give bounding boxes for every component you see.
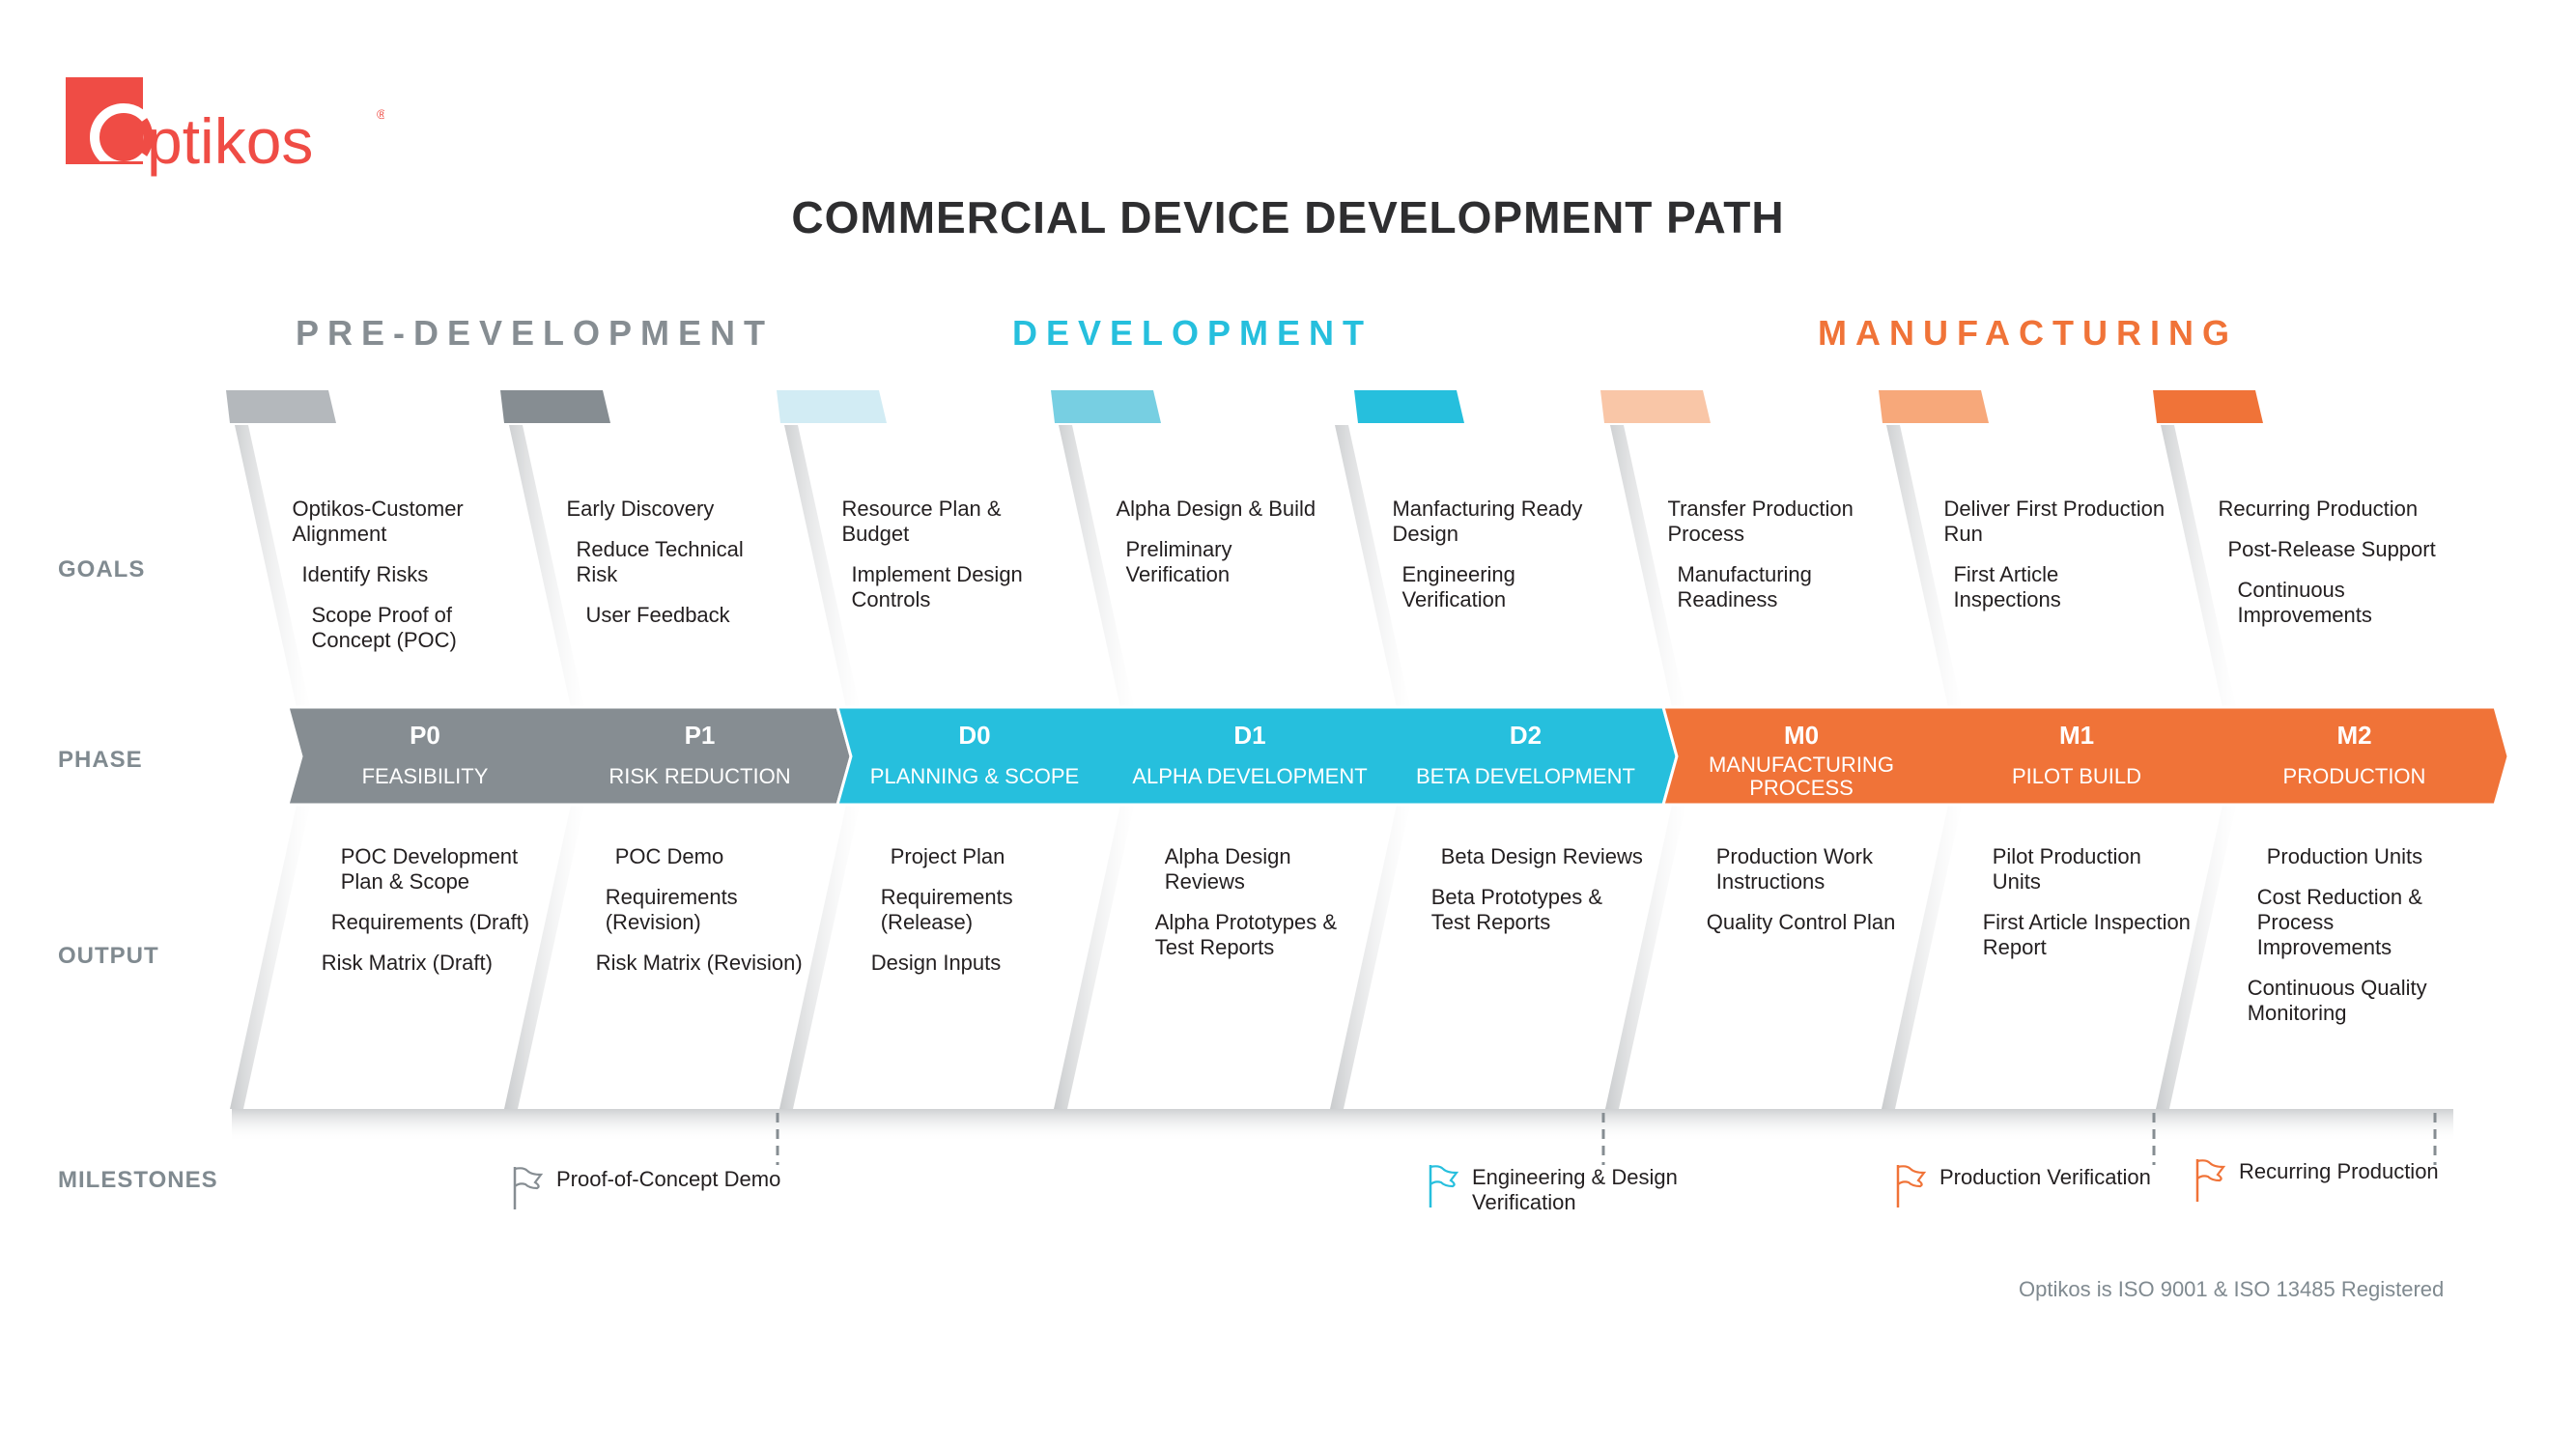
outputs-list-p0: POC Development Plan & Scope Requirements… (322, 844, 544, 991)
goals-list-m2: Recurring Production Post-Release Support… (2218, 497, 2440, 643)
milestone-label: Engineering & Design Verification (1472, 1165, 1678, 1214)
panel-floor-shadow (232, 1109, 2453, 1142)
phase-code-d1: D1 (1233, 721, 1266, 750)
output-item: Requirements (Draft) (330, 910, 530, 934)
goal-item: Resource Plan & Budget (841, 497, 1002, 546)
output-item: Production Units (2266, 844, 2423, 868)
output-item: Cost Reduction & Process Improvements (2256, 885, 2422, 959)
output-item: First Article Inspection Report (1982, 910, 2191, 959)
phase-code-d0: D0 (958, 721, 991, 750)
output-item: Alpha Prototypes & Test Reports (1154, 910, 1338, 959)
goal-item: Alpha Design & Build (1116, 497, 1316, 521)
row-label-milestones: MILESTONES (58, 1167, 218, 1193)
output-item: Beta Design Reviews (1440, 844, 1643, 868)
phase-name-d2: BETA DEVELOPMENT (1416, 764, 1635, 788)
phase-name-p0: FEASIBILITY (361, 764, 489, 788)
goal-item: User Feedback (585, 603, 730, 627)
output-item: Requirements (Revision) (605, 885, 738, 934)
phase-code-p1: P1 (684, 721, 716, 750)
goal-item: Engineering Verification (1401, 562, 1515, 611)
goals-list-d0: Resource Plan & Budget Implement Design C… (841, 497, 1063, 628)
output-item: Risk Matrix (Revision) (595, 951, 803, 975)
phase-code-p0: P0 (410, 721, 440, 750)
goal-item: Preliminary Verification (1125, 537, 1232, 586)
outputs-list-m2: Production Units Cost Reduction & Process… (2248, 844, 2470, 1041)
output-item: Alpha Design Reviews (1164, 844, 1291, 894)
phase-name-d0: PLANNING & SCOPE (869, 764, 1080, 788)
phase-name-m1: PILOT BUILD (2011, 764, 2142, 788)
phase-code-m0: M0 (1783, 721, 1820, 750)
outputs-list-m1: Pilot Production Units First Article Insp… (1973, 844, 2195, 976)
milestone-item: Production Verification (1895, 1163, 2210, 1208)
row-label-output: OUTPUT (58, 943, 159, 969)
output-item: POC Demo (614, 844, 724, 868)
output-item: Beta Prototypes & Test Reports (1430, 885, 1603, 934)
phase-name-m2: PRODUCTION (2282, 764, 2426, 788)
flag-icon (1429, 1165, 1459, 1208)
goal-item: Reduce Technical Risk (576, 537, 744, 586)
phase-color-tab-d1 (1051, 390, 1161, 423)
goal-item: Implement Design Controls (851, 562, 1023, 611)
phase-color-tab-p0 (226, 390, 336, 423)
outputs-list-p1: POC Demo Requirements (Revision) Risk Matr… (596, 844, 818, 991)
goal-item: Manufacturing Readiness (1677, 562, 1812, 611)
flag-icon (2195, 1159, 2226, 1202)
phase-color-tab-m0 (1600, 390, 1711, 423)
outputs-list-d2: Beta Design Reviews Beta Prototypes & Tes… (1422, 844, 1644, 951)
output-item: Pilot Production Units (1992, 844, 2141, 894)
flag-icon (1896, 1165, 1927, 1208)
phase-code-m1: M1 (2058, 721, 2095, 750)
iso-registration-note: Optikos is ISO 9001 & ISO 13485 Register… (2019, 1277, 2445, 1301)
goal-item: Early Discovery (566, 497, 715, 521)
phase-color-tab-d0 (777, 390, 887, 423)
milestone-item: Recurring Production (2194, 1157, 2490, 1202)
goal-item: Post-Release Support (2227, 537, 2436, 561)
goal-item: Deliver First Production Run (1943, 497, 2166, 546)
output-item: Continuous Quality Monitoring (2247, 976, 2427, 1025)
goals-list-m1: Deliver First Production Run First Articl… (1943, 497, 2166, 628)
phase-name-m0: MANUFACTURING PROCESS (1709, 753, 1894, 800)
phase-color-tab-m1 (1879, 390, 1989, 423)
goals-list-d1: Alpha Design & Build Preliminary Verifica… (1116, 497, 1338, 603)
goals-list-d2: Manfacturing Ready Design Engineering Ver… (1392, 497, 1614, 628)
goal-item: Recurring Production (2218, 497, 2419, 521)
goal-item: Scope Proof of Concept (POC) (311, 603, 457, 652)
output-item: Production Work Instructions (1715, 844, 1873, 894)
milestone-item: Proof-of-Concept Demo (512, 1165, 846, 1209)
output-item: Requirements (Release) (880, 885, 1013, 934)
goal-item: Continuous Improvements (2237, 578, 2372, 627)
milestone-label: Recurring Production (2239, 1159, 2439, 1183)
outputs-list-m0: Production Work Instructions Quality Cont… (1697, 844, 1919, 951)
output-item: POC Development Plan & Scope (340, 844, 519, 894)
milestone-item: Engineering & Design Verification (1428, 1163, 1684, 1215)
outputs-list-d0: Project Plan Requirements (Release) Design… (871, 844, 1093, 991)
goal-item: Manfacturing Ready Design (1392, 497, 1583, 546)
output-item: Design Inputs (870, 951, 1002, 975)
phase-name-d1: ALPHA DEVELOPMENT (1132, 764, 1368, 788)
phase-color-tab-m2 (2153, 390, 2263, 423)
goals-list-m0: Transfer Production Process Manufacturing… (1667, 497, 1889, 628)
phase-color-tab-d2 (1354, 390, 1464, 423)
phase-code-d2: D2 (1509, 721, 1543, 750)
output-item: Project Plan (890, 844, 1005, 868)
flag-icon (513, 1167, 544, 1209)
output-item: Risk Matrix (Draft) (321, 951, 493, 975)
goal-item: First Article Inspections (1953, 562, 2061, 611)
goal-item: Identify Risks (301, 562, 429, 586)
row-label-goals: GOALS (58, 556, 146, 582)
milestone-label: Proof-of-Concept Demo (556, 1167, 781, 1191)
goal-item: Optikos-Customer Alignment (292, 497, 464, 546)
phase-name-p1: RISK REDUCTION (609, 764, 791, 788)
goals-list-p1: Early Discovery Reduce Technical Risk User… (566, 497, 788, 643)
phase-color-tab-p1 (500, 390, 610, 423)
output-item: Quality Control Plan (1706, 910, 1896, 934)
goal-item: Transfer Production Process (1667, 497, 1854, 546)
milestone-label: Production Verification (1939, 1165, 2151, 1189)
goals-list-p0: Optikos-Customer Alignment Identify Risks… (292, 497, 514, 668)
phase-code-m2: M2 (2336, 721, 2372, 750)
row-label-phase: PHASE (58, 747, 143, 773)
outputs-list-d1: Alpha Design Reviews Alpha Prototypes & T… (1146, 844, 1368, 976)
